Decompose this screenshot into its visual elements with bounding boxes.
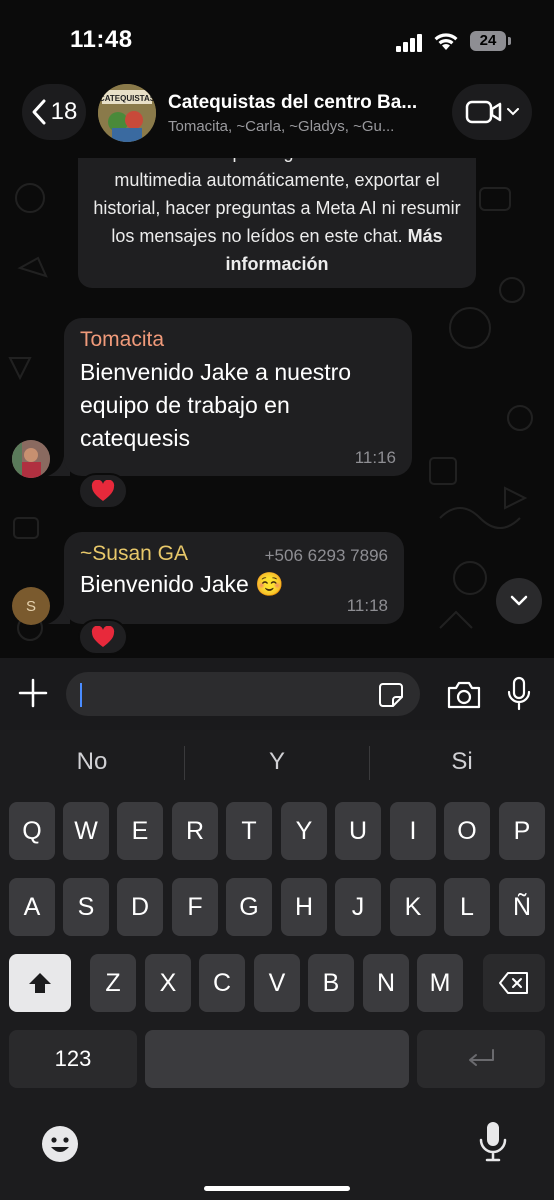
video-camera-icon (465, 100, 502, 124)
suggestion[interactable]: Y (217, 748, 337, 776)
message-sender[interactable]: Tomacita (80, 328, 396, 352)
group-avatar-image: CATEQUISTAS (98, 84, 156, 142)
shift-key[interactable] (9, 954, 71, 1012)
avatar[interactable]: S (12, 587, 50, 625)
key-d[interactable]: D (117, 878, 163, 936)
message-bubble[interactable]: ~Susan GA +506 6293 7896 Bienvenido Jake… (64, 532, 404, 624)
key-h[interactable]: H (281, 878, 327, 936)
shift-icon (29, 973, 51, 993)
text-cursor (80, 683, 82, 707)
chevron-down-icon (507, 108, 519, 116)
reaction-badge[interactable] (78, 619, 128, 655)
group-title[interactable]: Catequistas del centro Ba... (168, 92, 438, 114)
key-x[interactable]: X (145, 954, 191, 1012)
status-bar: 11:48 24 (0, 0, 554, 80)
back-button[interactable]: 18 (22, 84, 86, 140)
key-t[interactable]: T (226, 802, 272, 860)
unread-count: 18 (50, 98, 78, 125)
key-p[interactable]: P (499, 802, 545, 860)
message-time: 11:18 (346, 596, 388, 615)
message-text: Bienvenido Jake ☺️ (80, 571, 284, 597)
key-w[interactable]: W (63, 802, 109, 860)
autocomplete-bar: No Y Si (0, 730, 554, 798)
key-e[interactable]: E (117, 802, 163, 860)
camera-icon[interactable] (446, 680, 482, 710)
key-q[interactable]: Q (9, 802, 55, 860)
key-i[interactable]: I (390, 802, 436, 860)
message-composer (0, 658, 554, 730)
battery-tip (508, 37, 511, 45)
backspace-key[interactable] (483, 954, 545, 1012)
cellular-signal-icon (396, 34, 426, 52)
home-indicator[interactable] (204, 1186, 350, 1191)
key-m[interactable]: M (417, 954, 463, 1012)
divider (369, 746, 370, 780)
suggestion[interactable]: No (32, 748, 152, 776)
emoji-icon[interactable] (40, 1124, 80, 1164)
encryption-notice: chat. Nadie podrá guardar archivos multi… (78, 158, 476, 288)
chevron-down-icon (510, 595, 528, 606)
video-call-button[interactable] (452, 84, 532, 140)
avatar-image (12, 440, 50, 478)
key-a[interactable]: A (9, 878, 55, 936)
key-f[interactable]: F (172, 878, 218, 936)
chat-area[interactable]: chat. Nadie podrá guardar archivos multi… (0, 158, 554, 658)
status-time: 11:48 (70, 26, 133, 53)
key-c[interactable]: C (199, 954, 245, 1012)
avatar[interactable] (12, 440, 50, 478)
key-k[interactable]: K (390, 878, 436, 936)
key-r[interactable]: R (172, 802, 218, 860)
plus-icon[interactable] (16, 676, 50, 710)
message-input[interactable] (66, 672, 420, 716)
key-u[interactable]: U (335, 802, 381, 860)
sticker-icon[interactable] (378, 682, 404, 708)
heart-icon (91, 626, 115, 647)
divider (184, 746, 185, 780)
battery-icon: 24 (470, 31, 506, 51)
key-j[interactable]: J (335, 878, 381, 936)
backspace-icon (499, 972, 528, 994)
wifi-icon (434, 33, 458, 50)
reaction-badge[interactable] (78, 473, 128, 509)
suggestion[interactable]: Si (402, 748, 522, 776)
message-bubble[interactable]: Tomacita Bienvenido Jake a nuestro equip… (64, 318, 412, 476)
microphone-icon[interactable] (506, 676, 532, 712)
heart-icon (91, 480, 115, 501)
message-time: 11:16 (354, 448, 396, 467)
encryption-notice-text: chat. Nadie podrá guardar archivos multi… (93, 158, 461, 246)
key-n-tilde[interactable]: Ñ (499, 878, 545, 936)
return-key[interactable] (417, 1030, 545, 1088)
message-text: Bienvenido Jake a nuestro equipo de trab… (80, 359, 352, 451)
key-o[interactable]: O (444, 802, 490, 860)
group-avatar-text: CATEQUISTAS (99, 94, 156, 103)
key-b[interactable]: B (308, 954, 354, 1012)
key-n[interactable]: N (363, 954, 409, 1012)
dictation-microphone-icon[interactable] (478, 1120, 508, 1164)
key-z[interactable]: Z (90, 954, 136, 1012)
keyboard: No Y Si Q W E R T Y U I O P A S D F G H … (0, 730, 554, 1200)
key-y[interactable]: Y (281, 802, 327, 860)
key-l[interactable]: L (444, 878, 490, 936)
sender-phone: +506 6293 7896 (264, 546, 388, 565)
group-avatar[interactable]: CATEQUISTAS (98, 84, 156, 142)
scroll-to-bottom-button[interactable] (496, 578, 542, 624)
key-s[interactable]: S (63, 878, 109, 936)
chat-header: 18 CATEQUISTAS Catequistas del centro Ba… (0, 80, 554, 158)
numbers-key[interactable]: 123 (9, 1030, 137, 1088)
return-icon (469, 1049, 494, 1066)
chevron-left-icon (32, 99, 46, 125)
key-g[interactable]: G (226, 878, 272, 936)
space-key[interactable] (145, 1030, 409, 1088)
key-v[interactable]: V (254, 954, 300, 1012)
group-members[interactable]: Tomacita, ~Carla, ~Gladys, ~Gu... (168, 118, 438, 135)
